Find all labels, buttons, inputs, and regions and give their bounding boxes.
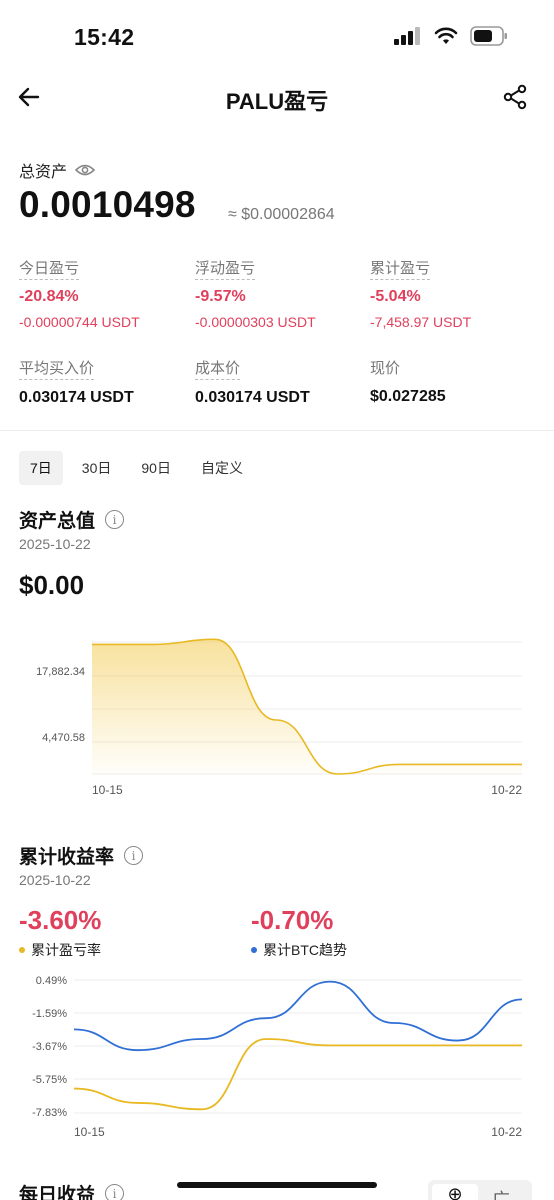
stat-cumulative-pnl: 累计盈亏 -5.04% -7,458.97 USDT xyxy=(370,257,471,330)
pnl-rate-label: 累计盈亏率 xyxy=(31,942,101,958)
total-assets-usd: ≈ $0.00002864 xyxy=(228,206,335,223)
x-tick-label: 10-22 xyxy=(491,783,522,797)
y-tick-label: -3.67% xyxy=(32,1041,67,1053)
stat-today-pnl: 今日盈亏 -20.84% -0.00000744 USDT xyxy=(19,257,140,330)
x-tick-label: 10-15 xyxy=(92,783,123,797)
daily-section-title-row: 每日收益 i xyxy=(19,1180,125,1200)
pnl-rate-legend: 累计盈亏率 xyxy=(19,940,101,960)
stat-floating-pnl: 浮动盈亏 -9.57% -0.00000303 USDT xyxy=(195,257,316,330)
asset-area-fill xyxy=(92,639,522,774)
stat-percent: -9.57% xyxy=(195,288,246,305)
btc-trend-value: -0.70% xyxy=(251,905,334,935)
status-icons xyxy=(394,26,508,46)
stat-value: $0.027285 xyxy=(370,388,446,405)
stat-label[interactable]: 平均买入价 xyxy=(19,357,95,380)
total-assets-value: 0.0010498 xyxy=(19,184,196,225)
stat-value: 0.030174 USDT xyxy=(19,389,134,406)
page-title: PALU盈亏 xyxy=(225,89,329,114)
signal-icon xyxy=(394,27,420,45)
stat-percent: -20.84% xyxy=(19,288,79,305)
stat-amount: -0.00000303 USDT xyxy=(195,314,316,330)
asset-section-title-row: 资产总值 i xyxy=(19,506,125,533)
share-icon[interactable] xyxy=(502,84,528,110)
asset-value-chart[interactable]: 17,882.34 4,470.58 10-15 10-22 xyxy=(0,610,554,820)
pnl-rate-value: -3.60% xyxy=(19,905,102,935)
x-tick-label: 10-22 xyxy=(491,1125,522,1139)
y-tick-label: 17,882.34 xyxy=(36,666,85,678)
y-tick-label: -1.59% xyxy=(32,1008,67,1020)
y-tick-label: 0.49% xyxy=(36,975,67,987)
tab-7d[interactable]: 7日 xyxy=(19,451,63,485)
battery-icon xyxy=(470,26,507,46)
total-assets-label-row: 总资产 xyxy=(19,158,96,182)
divider xyxy=(0,430,554,431)
stat-label[interactable]: 成本价 xyxy=(195,357,241,380)
toggle-option-b[interactable]: 广 xyxy=(492,1186,510,1200)
asset-section-date: 2025-10-22 xyxy=(19,536,91,552)
tab-custom[interactable]: 自定义 xyxy=(190,451,254,485)
stat-label[interactable]: 今日盈亏 xyxy=(19,257,80,280)
status-time: 15:42 xyxy=(74,24,135,50)
stat-label[interactable]: 浮动盈亏 xyxy=(195,257,256,280)
asset-section-title: 资产总值 xyxy=(19,511,96,532)
stat-avg-buy-price: 平均买入价 0.030174 USDT xyxy=(19,357,134,407)
nav-bar: PALU盈亏 xyxy=(0,74,554,122)
btc-trend-line xyxy=(73,980,523,1052)
stat-value: 0.030174 USDT xyxy=(195,389,310,406)
y-tick-label: -5.75% xyxy=(32,1074,67,1086)
legend-dot-blue xyxy=(251,947,257,953)
tab-90d[interactable]: 90日 xyxy=(130,451,182,485)
info-icon[interactable]: i xyxy=(105,510,125,529)
asset-total-value: $0.00 xyxy=(19,570,85,600)
y-tick-label: -7.83% xyxy=(32,1107,67,1119)
stat-label: 现价 xyxy=(370,360,401,377)
return-section-date: 2025-10-22 xyxy=(19,872,91,888)
info-icon[interactable]: i xyxy=(105,1184,125,1200)
stat-label[interactable]: 累计盈亏 xyxy=(370,257,431,280)
daily-view-toggle: ⊕ 广 xyxy=(428,1180,532,1200)
stat-percent: -5.04% xyxy=(370,288,421,305)
legend-dot-yellow xyxy=(19,947,25,953)
y-tick-label: 4,470.58 xyxy=(42,732,85,744)
stat-amount: -7,458.97 USDT xyxy=(370,314,472,330)
stat-current-price: 现价 $0.027285 xyxy=(370,357,446,406)
status-bar: 15:42 xyxy=(0,0,554,70)
daily-section-title: 每日收益 xyxy=(19,1185,96,1200)
stat-amount: -0.00000744 USDT xyxy=(19,314,140,330)
return-section-title: 累计收益率 xyxy=(19,847,115,868)
stat-cost-price: 成本价 0.030174 USDT xyxy=(195,357,310,407)
toggle-option-a[interactable]: ⊕ xyxy=(432,1184,478,1200)
tab-30d[interactable]: 30日 xyxy=(71,451,123,485)
total-assets-label: 总资产 xyxy=(19,164,68,181)
home-indicator xyxy=(177,1182,377,1188)
info-icon[interactable]: i xyxy=(124,846,144,865)
period-tabs: 7日 30日 90日 自定义 xyxy=(19,451,254,485)
btc-trend-label: 累计BTC趋势 xyxy=(263,942,347,958)
btc-trend-legend: 累计BTC趋势 xyxy=(251,940,347,960)
wifi-icon xyxy=(434,27,458,44)
return-section-title-row: 累计收益率 i xyxy=(19,842,144,869)
cumulative-return-chart[interactable]: 0.49% -1.59% -3.67% -5.75% -7.83% 10-15 … xyxy=(0,966,554,1146)
eye-icon[interactable] xyxy=(75,163,96,177)
x-tick-label: 10-15 xyxy=(74,1125,105,1139)
